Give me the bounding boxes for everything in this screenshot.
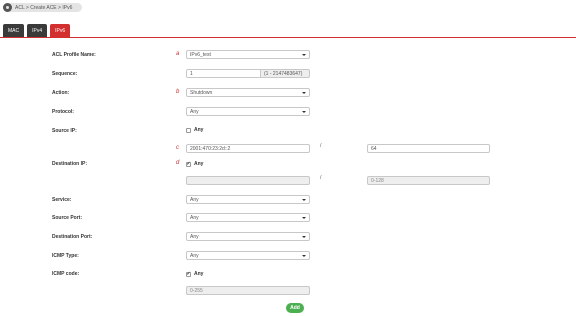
marker-d: d [176, 160, 180, 166]
checkmark-icon: ✓ [186, 270, 191, 277]
checkmark-icon: ✓ [186, 160, 191, 167]
icmp-type-value: Any [190, 252, 199, 259]
acl-profile-name-select[interactable]: IPv6_test [186, 50, 310, 59]
checkbox-unchecked-icon [186, 127, 191, 133]
add-button[interactable]: Add [286, 303, 304, 313]
icmp-code-any-checkbox[interactable]: ✓ Any [186, 271, 203, 277]
icmp-code-label: ICMP code: [52, 271, 80, 277]
service-select[interactable]: Any [186, 195, 310, 204]
tab-ipv4[interactable]: IPv4 [27, 24, 48, 37]
breadcrumb-text: ACL > Create ACE > IPv6 [15, 4, 73, 11]
marker-c: c [176, 145, 179, 151]
service-value: Any [190, 196, 199, 203]
chevron-down-icon [302, 53, 306, 56]
tab-mac[interactable]: MAC [3, 24, 25, 37]
source-ip-label: Source IP: [52, 128, 77, 134]
protocol-value: Any [190, 108, 199, 115]
icmp-type-label: ICMP Type: [52, 253, 79, 259]
service-label: Service: [52, 197, 72, 203]
destination-port-select[interactable]: Any [186, 232, 310, 241]
destination-ip-prefix-slash: / [320, 175, 322, 181]
sequence-input[interactable]: 1 [186, 69, 261, 78]
action-select[interactable]: Shutdown [186, 88, 310, 97]
chevron-down-icon [302, 198, 306, 201]
tab-underline [0, 37, 576, 38]
source-port-select[interactable]: Any [186, 213, 310, 222]
chevron-down-icon [302, 254, 306, 257]
acl-profile-name-value: IPv6_test [190, 51, 211, 58]
source-ip-any-label: Any [194, 127, 204, 133]
destination-ip-label: Destination IP: [52, 161, 88, 167]
breadcrumb: ACL > Create ACE > IPv6 [3, 3, 82, 12]
chevron-down-icon [302, 235, 306, 238]
protocol-label: Protocol: [52, 109, 74, 115]
source-port-value: Any [190, 214, 199, 221]
sequence-label: Sequence: [52, 71, 78, 77]
tab-ipv6[interactable]: IPv6 [50, 24, 71, 37]
destination-ip-any-label: Any [194, 161, 204, 167]
action-label: Action: [52, 90, 70, 96]
source-ip-any-checkbox[interactable]: Any [186, 127, 203, 133]
source-port-label: Source Port: [52, 215, 83, 221]
destination-ip-prefix-input[interactable]: 0-128 [367, 176, 490, 185]
acl-profile-name-label: ACL Profile Name: [52, 52, 96, 58]
destination-port-value: Any [190, 233, 199, 240]
protocol-select[interactable]: Any [186, 107, 310, 116]
chevron-down-icon [302, 91, 306, 94]
source-ip-address-input[interactable]: 2001:470:23:2d::2 [186, 144, 310, 153]
destination-ip-any-checkbox[interactable]: ✓ Any [186, 161, 203, 167]
sequence-range-hint: (1 - 2147483647) [261, 69, 310, 78]
icmp-code-any-label: Any [194, 271, 204, 277]
source-ip-prefix-slash: / [320, 143, 322, 149]
icmp-type-select[interactable]: Any [186, 251, 310, 260]
protocol-tabs: MAC IPv4 IPv6 [3, 24, 71, 37]
icmp-code-input[interactable]: 0-255 [186, 286, 310, 295]
marker-a: a [176, 51, 180, 57]
action-value: Shutdown [190, 89, 213, 96]
home-icon[interactable] [3, 3, 12, 12]
chevron-down-icon [302, 110, 306, 113]
marker-b: b [176, 89, 180, 95]
source-ip-prefix-input[interactable]: 64 [367, 144, 490, 153]
chevron-down-icon [302, 216, 306, 219]
destination-port-label: Destination Port: [52, 234, 93, 240]
destination-ip-address-input[interactable] [186, 176, 310, 185]
